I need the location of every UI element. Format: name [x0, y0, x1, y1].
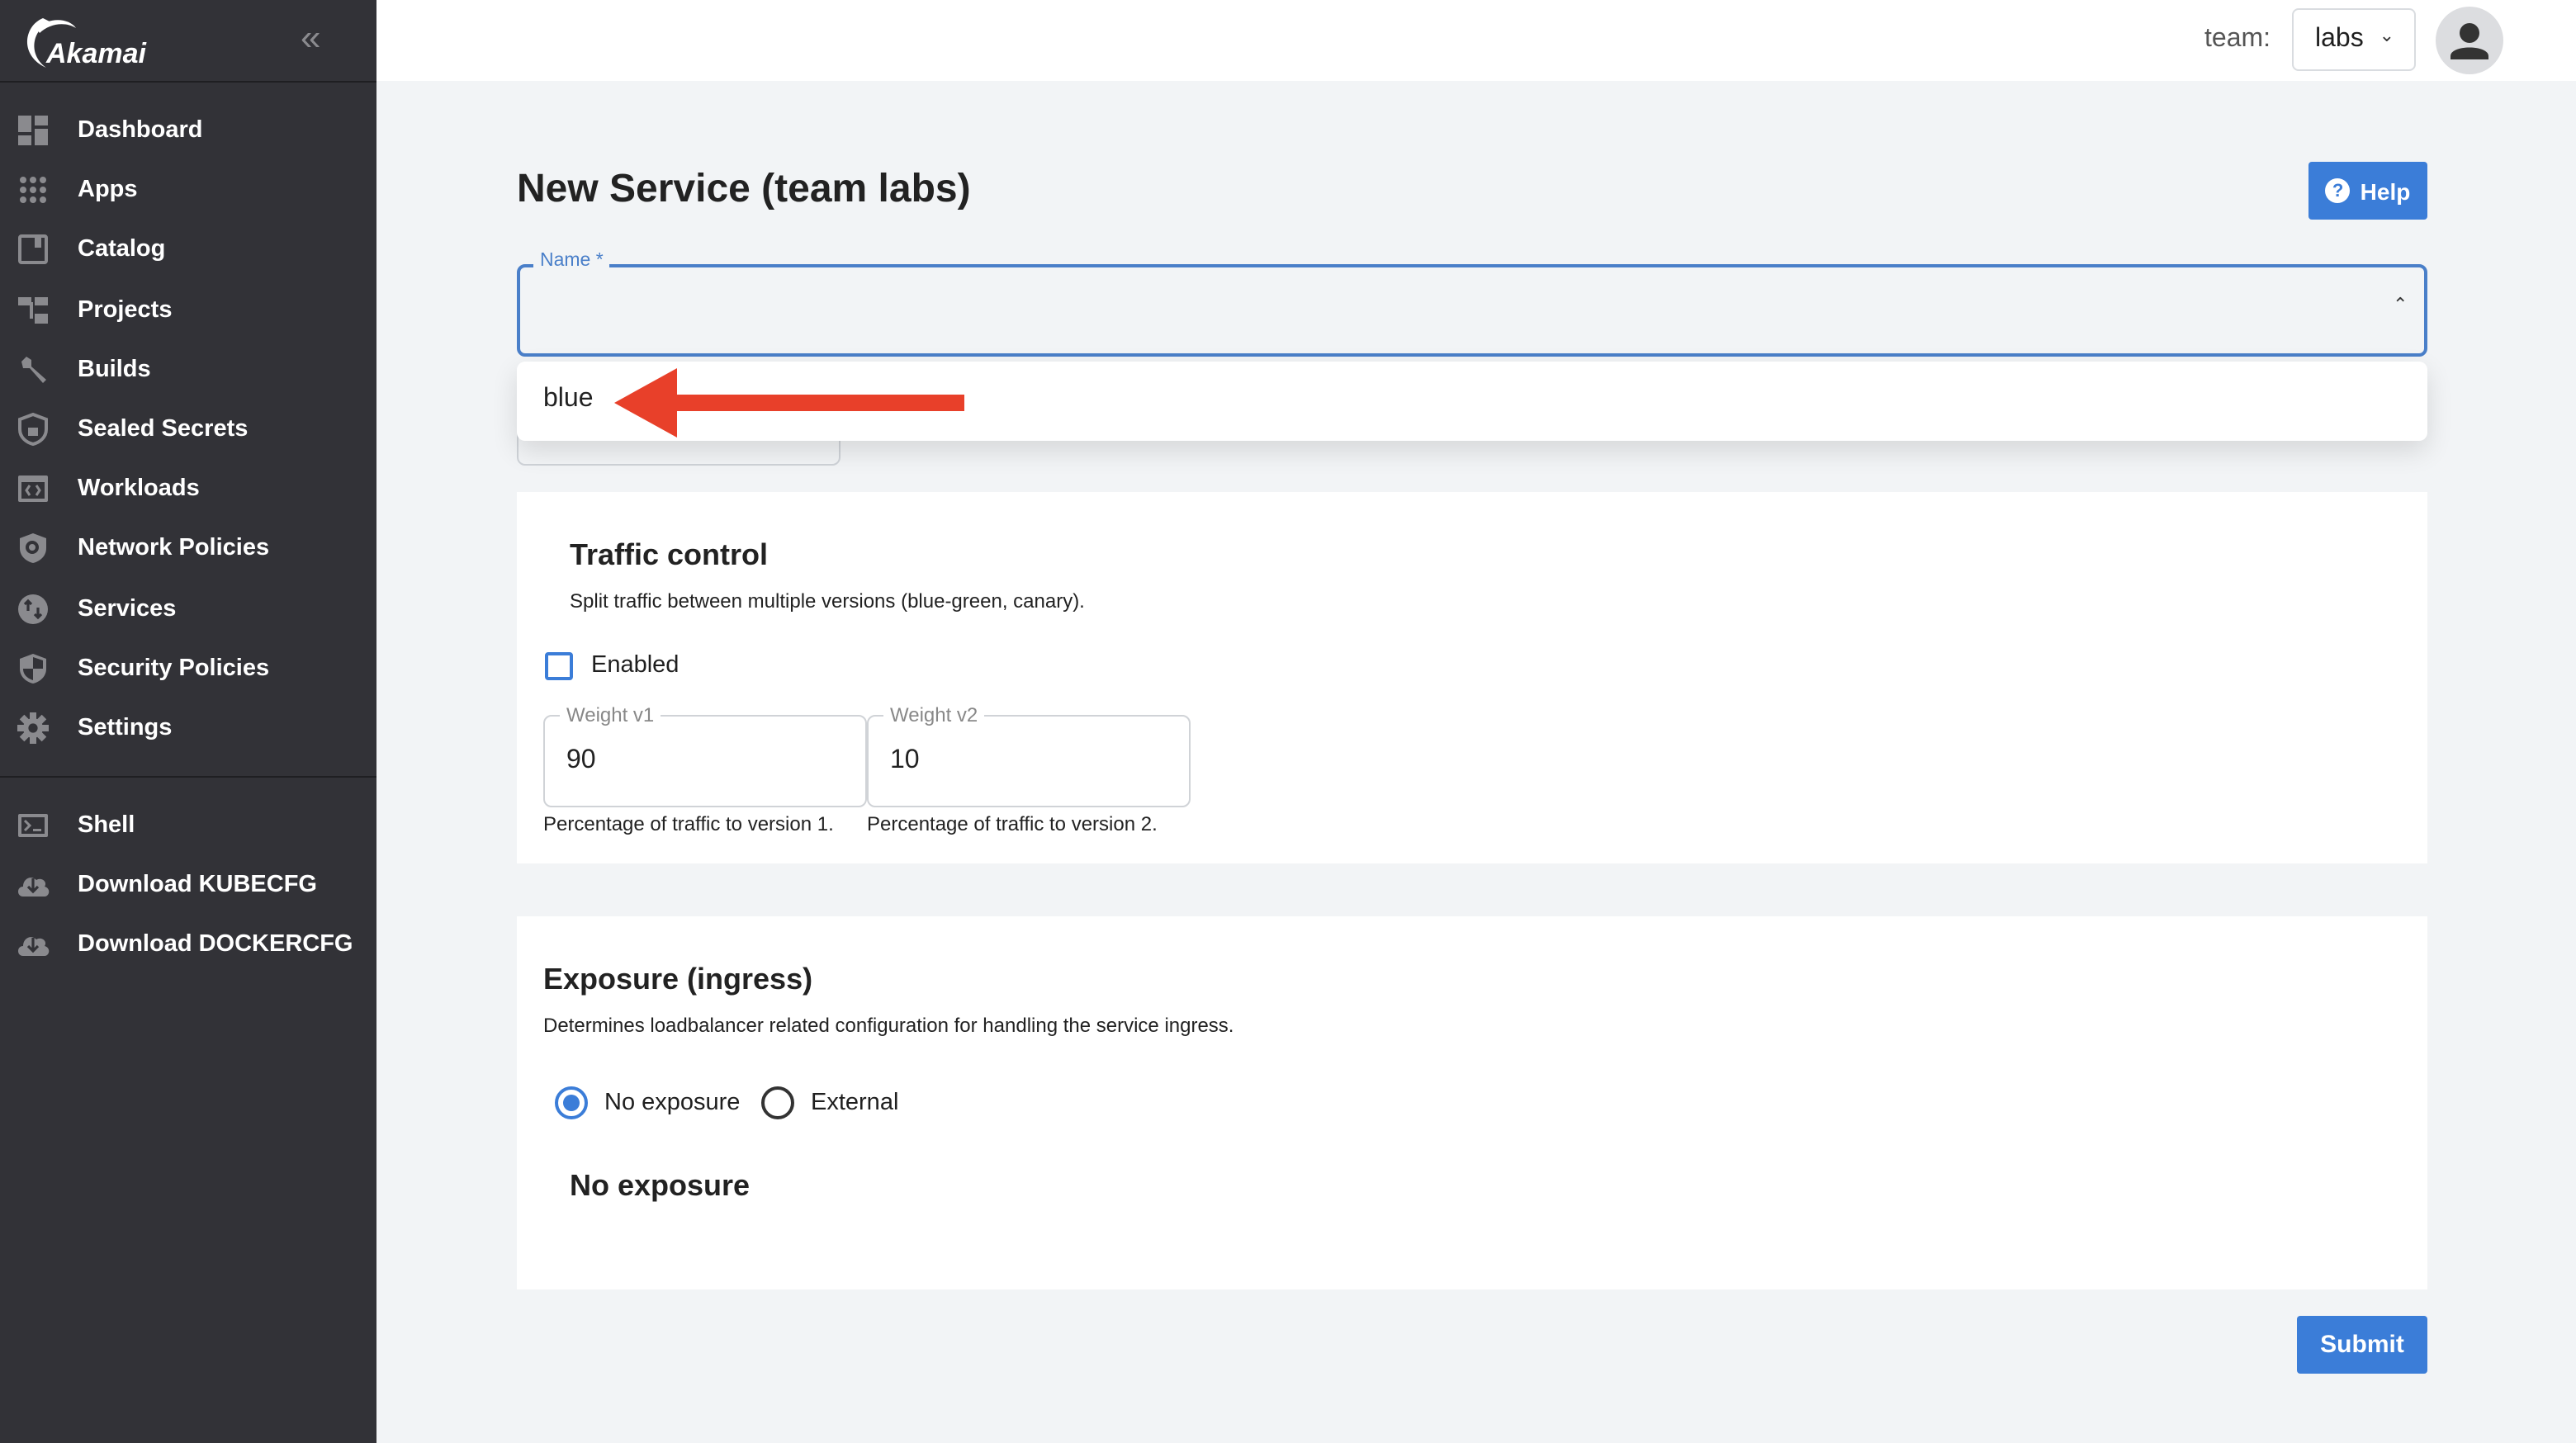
weight-v2-label: Weight v2: [883, 703, 985, 726]
sidebar-item-label: Sealed Secrets: [78, 416, 249, 442]
weight-v2-value: 10: [890, 746, 920, 774]
team-label: team:: [2204, 25, 2271, 53]
workloads-icon: [17, 472, 50, 505]
user-icon: [2451, 23, 2488, 59]
user-avatar[interactable]: [2436, 7, 2503, 74]
sidebar-item-sealed-secrets[interactable]: Sealed Secrets: [0, 401, 376, 457]
terminal-icon: [17, 809, 50, 842]
sidebar-item-download-kubecfg[interactable]: Download KUBECFG: [0, 857, 376, 913]
security-shield-icon: [17, 652, 50, 685]
help-icon: ?: [2325, 178, 2351, 203]
sidebar-item-dashboard[interactable]: Dashboard: [0, 102, 376, 158]
sidebar-item-label: Download KUBECFG: [78, 872, 317, 899]
chevron-up-icon[interactable]: ⌃: [2393, 294, 2408, 315]
team-select[interactable]: labs ⌄: [2292, 8, 2416, 71]
sidebar-item-label: Dashboard: [78, 117, 203, 144]
weight-v1-helper: Percentage of traffic to version 1.: [543, 812, 834, 835]
enabled-label: Enabled: [591, 652, 680, 679]
submit-button[interactable]: Submit: [2297, 1316, 2427, 1374]
help-label: Help: [2360, 177, 2411, 204]
sidebar-item-shell[interactable]: Shell: [0, 797, 376, 854]
services-icon: [17, 592, 50, 625]
sidebar-item-label: Network Policies: [78, 535, 270, 562]
svg-text:Akamai: Akamai: [45, 38, 148, 69]
name-label: Name *: [533, 251, 610, 271]
weight-v1-value: 90: [566, 746, 596, 774]
sidebar-item-label: Security Policies: [78, 655, 270, 682]
akamai-logo[interactable]: Akamai: [20, 13, 168, 73]
sidebar-item-services[interactable]: Services: [0, 580, 376, 636]
sidebar-item-label: Settings: [78, 715, 173, 741]
sidebar-item-catalog[interactable]: Catalog: [0, 222, 376, 278]
enabled-checkbox[interactable]: [545, 652, 573, 680]
sidebar-item-builds[interactable]: Builds: [0, 342, 376, 398]
exposure-title: Exposure (ingress): [543, 963, 813, 996]
sidebar-item-label: Shell: [78, 812, 135, 839]
traffic-title: Traffic control: [570, 538, 769, 571]
shield-lock-icon: [17, 413, 50, 446]
help-button[interactable]: ? Help: [2308, 162, 2427, 220]
divider: [0, 776, 376, 778]
name-input[interactable]: [517, 264, 2427, 357]
sidebar-item-label: Projects: [78, 296, 173, 324]
traffic-control-card: [517, 492, 2427, 863]
sidebar-item-security-policies[interactable]: Security Policies: [0, 641, 376, 697]
sidebar-item-settings[interactable]: Settings: [0, 700, 376, 756]
exposure-description: Determines loadbalancer related configur…: [543, 1014, 1234, 1037]
sidebar-item-label: Services: [78, 595, 177, 622]
sidebar-item-label: Builds: [78, 356, 151, 383]
wrench-icon: [17, 353, 50, 386]
sidebar: Akamai « Dashboard Apps Catalog Projects Bui…: [0, 0, 376, 1443]
gear-icon: [17, 712, 50, 745]
sidebar-item-label: Apps: [78, 177, 138, 204]
sidebar-item-workloads[interactable]: Workloads: [0, 461, 376, 517]
apps-icon: [17, 173, 50, 206]
exposure-subheading: No exposure: [570, 1169, 751, 1202]
cloud-download-icon: [17, 868, 50, 901]
no-exposure-radio[interactable]: [555, 1086, 588, 1119]
page-title: New Service (team labs): [517, 167, 971, 211]
dashboard-icon: [17, 114, 50, 147]
catalog-icon: [17, 234, 50, 267]
team-select-value: labs: [2315, 25, 2364, 53]
sidebar-item-label: Download DOCKERCFG: [78, 931, 353, 958]
external-label: External: [811, 1090, 899, 1116]
cloud-download-icon: [17, 929, 50, 962]
weight-v1-label: Weight v1: [560, 703, 661, 726]
external-radio[interactable]: [761, 1086, 794, 1119]
divider: [0, 81, 376, 83]
sidebar-item-projects[interactable]: Projects: [0, 282, 376, 338]
sidebar-item-download-dockercfg[interactable]: Download DOCKERCFG: [0, 917, 376, 973]
no-exposure-label: No exposure: [604, 1090, 741, 1116]
weight-v2-helper: Percentage of traffic to version 2.: [867, 812, 1158, 835]
sidebar-item-label: Catalog: [78, 236, 166, 263]
traffic-description: Split traffic between multiple versions …: [570, 589, 1085, 613]
double-chevron-left-icon[interactable]: «: [301, 19, 321, 56]
annotation-arrow-icon: [614, 368, 964, 438]
sidebar-item-apps[interactable]: Apps: [0, 162, 376, 218]
chevron-down-icon: ⌄: [2379, 26, 2394, 46]
shield-search-icon: [17, 532, 50, 565]
sidebar-item-label: Workloads: [78, 475, 200, 503]
dropdown-option-blue[interactable]: blue: [543, 385, 594, 414]
projects-icon: [17, 293, 50, 326]
sidebar-item-network-policies[interactable]: Network Policies: [0, 521, 376, 577]
